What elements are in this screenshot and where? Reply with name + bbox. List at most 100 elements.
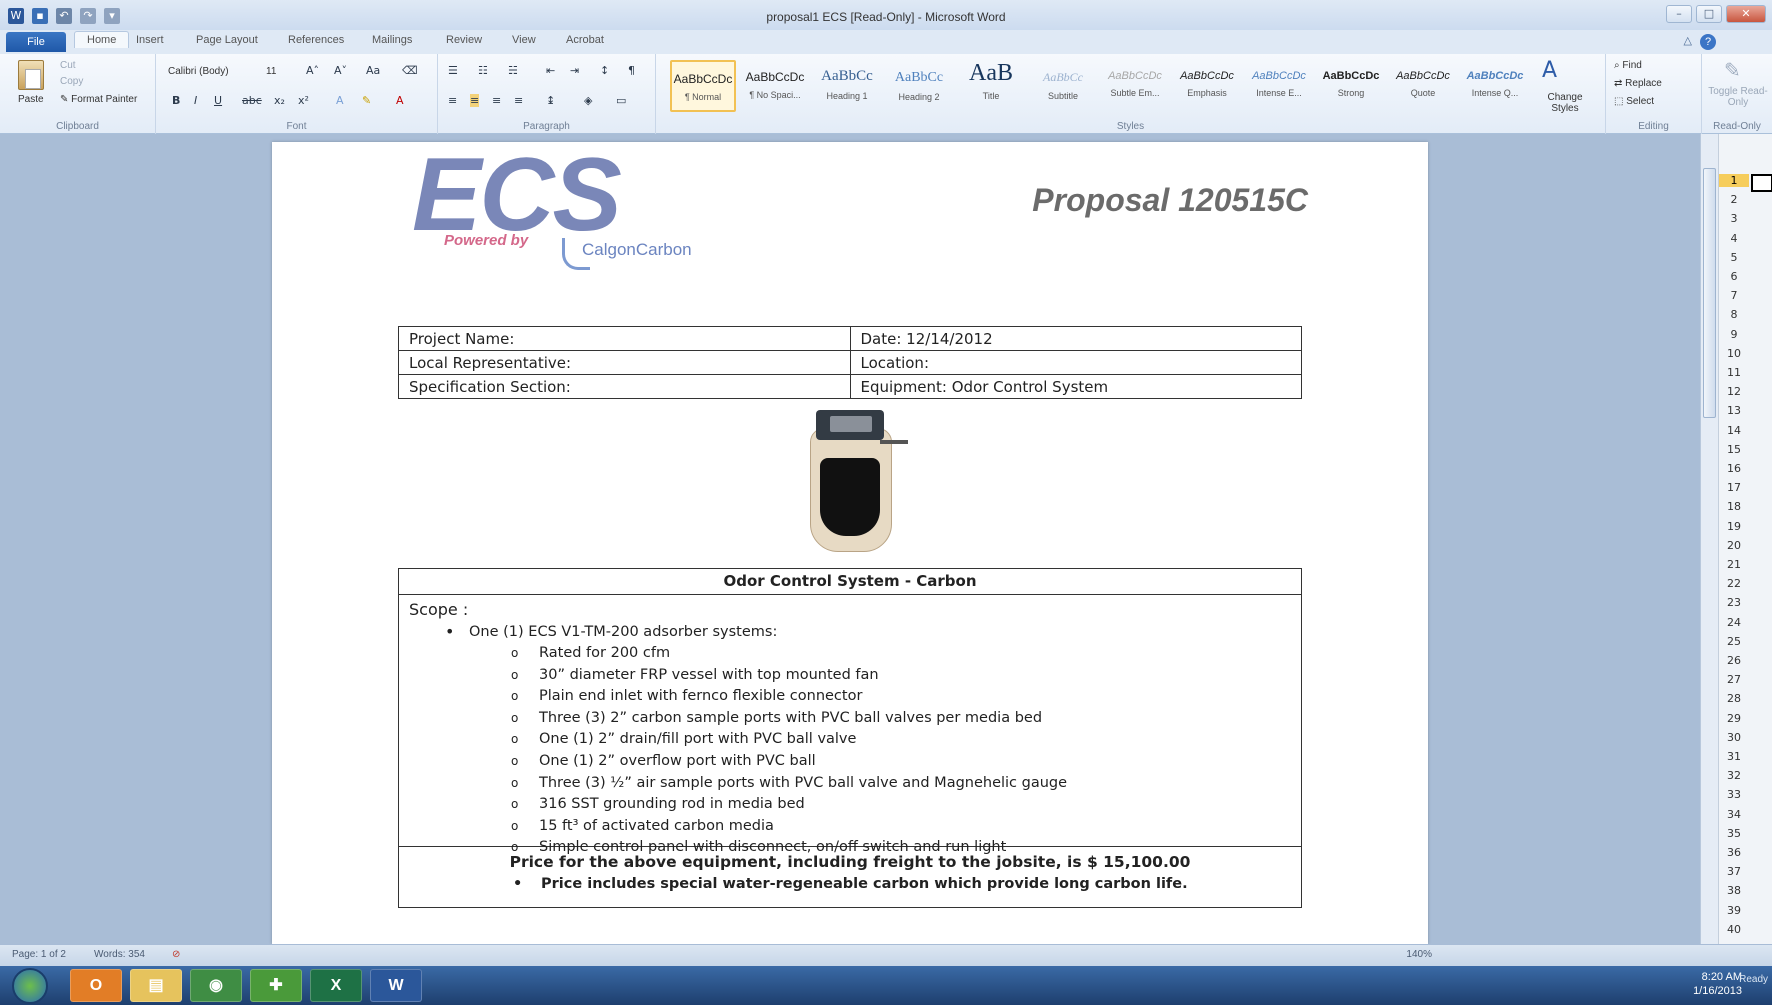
tab-home[interactable]: Home [74,31,130,48]
date-cell[interactable]: Date: 12/14/2012 [849,326,1302,351]
row-number[interactable]: 38 [1719,884,1749,897]
system-clock[interactable]: 8:20 AM 1/16/2013 [1693,970,1742,998]
row-number[interactable]: 9 [1719,328,1749,341]
italic-icon[interactable]: I [194,94,197,107]
numbering-icon[interactable]: ☷ [478,64,488,77]
row-number[interactable]: 12 [1719,385,1749,398]
cut-button[interactable]: Cut [60,60,76,71]
justify-icon[interactable]: ≡ [514,94,523,107]
find-button[interactable]: ⌕ Find [1614,60,1642,71]
style-intense-emphasis[interactable]: AaBbCcDc Intense E... [1246,60,1312,112]
word-taskbar-icon[interactable]: W [370,969,422,1002]
underline-icon[interactable]: U [214,94,222,107]
row-number[interactable]: 1 [1719,174,1749,187]
style-subtitle[interactable]: AaBbCc Subtitle [1030,60,1096,112]
style-intense-quote[interactable]: AaBbCcDc Intense Q... [1462,60,1528,112]
tab-page-layout[interactable]: Page Layout [196,34,258,46]
row-number[interactable]: 37 [1719,865,1749,878]
excel-taskbar-icon[interactable]: X [310,969,362,1002]
row-number[interactable]: 21 [1719,558,1749,571]
explorer-taskbar-icon[interactable]: ▤ [130,969,182,1002]
style-no-spacing[interactable]: AaBbCcDc ¶ No Spaci... [742,60,808,112]
tab-references[interactable]: References [288,34,344,46]
chrome-taskbar-icon[interactable]: ◉ [190,969,242,1002]
row-number[interactable]: 13 [1719,404,1749,417]
row-number[interactable]: 36 [1719,846,1749,859]
vertical-scrollbar[interactable] [1700,134,1718,944]
align-left-icon[interactable]: ≡ [448,94,457,107]
row-number[interactable]: 31 [1719,750,1749,763]
toggle-read-only-button[interactable]: Toggle Read-Only [1708,86,1768,108]
text-effects-icon[interactable]: A [336,94,344,107]
row-number[interactable]: 2 [1719,193,1749,206]
row-number[interactable]: 32 [1719,769,1749,782]
align-right-icon[interactable]: ≡ [492,94,501,107]
style-heading-1[interactable]: AaBbCc Heading 1 [814,60,880,112]
style-subtle-emphasis[interactable]: AaBbCcDc Subtle Em... [1102,60,1168,112]
toggle-read-only-icon[interactable]: ✎ [1724,58,1741,82]
row-number[interactable]: 35 [1719,827,1749,840]
replace-button[interactable]: ⇄ Replace [1614,78,1662,89]
row-number[interactable]: 16 [1719,462,1749,475]
row-number[interactable]: 4 [1719,232,1749,245]
row-number[interactable]: 24 [1719,616,1749,629]
spec-heading[interactable]: Odor Control System - Carbon [399,569,1301,595]
style-title[interactable]: AaB Title [958,60,1024,112]
align-center-icon[interactable]: ≡ [470,94,480,107]
row-number[interactable]: 33 [1719,788,1749,801]
row-number[interactable]: 28 [1719,692,1749,705]
tab-view[interactable]: View [512,34,536,46]
row-number[interactable]: 8 [1719,308,1749,321]
tab-insert[interactable]: Insert [136,34,164,46]
minimize-ribbon-icon[interactable]: △ [1684,34,1692,47]
strikethrough-icon[interactable]: abc [242,94,262,107]
row-number[interactable]: 3 [1719,212,1749,225]
font-name-select[interactable]: Calibri (Body) [168,66,229,77]
increase-indent-icon[interactable]: ⇥ [570,64,579,77]
row-number[interactable]: 5 [1719,251,1749,264]
superscript-icon[interactable]: x² [298,94,309,107]
row-number[interactable]: 17 [1719,481,1749,494]
help-icon[interactable]: ? [1700,34,1716,50]
minimize-button[interactable]: – [1666,5,1692,23]
word-count[interactable]: Words: 354 [94,949,145,960]
row-number[interactable]: 29 [1719,712,1749,725]
scrollbar-thumb[interactable] [1703,168,1716,418]
row-number[interactable]: 11 [1719,366,1749,379]
page-indicator[interactable]: Page: 1 of 2 [12,949,66,960]
format-painter-button[interactable]: ✎ Format Painter [60,94,137,105]
style-heading-2[interactable]: AaBbCc Heading 2 [886,60,952,112]
change-styles-button[interactable]: Change Styles [1536,92,1594,114]
decrease-indent-icon[interactable]: ⇤ [546,64,555,77]
local-representative-cell[interactable]: Local Representative: [398,350,851,375]
style-normal[interactable]: AaBbCcDc ¶ Normal [670,60,736,112]
app-taskbar-icon[interactable]: ✚ [250,969,302,1002]
row-number[interactable]: 10 [1719,347,1749,360]
tab-acrobat[interactable]: Acrobat [566,34,604,46]
row-number[interactable]: 18 [1719,500,1749,513]
shrink-font-icon[interactable]: A˅ [334,64,347,77]
row-number[interactable]: 26 [1719,654,1749,667]
proofing-icon[interactable]: ⊘ [172,949,180,960]
grow-font-icon[interactable]: A˄ [306,64,319,77]
specification-section-cell[interactable]: Specification Section: [398,374,851,399]
selected-cell[interactable] [1751,174,1772,192]
row-number[interactable]: 40 [1719,923,1749,936]
location-cell[interactable]: Location: [849,350,1302,375]
select-button[interactable]: ⬚ Select [1614,96,1654,107]
tab-review[interactable]: Review [446,34,482,46]
document-page[interactable]: ECS Powered by CalgonCarbon Proposal 120… [272,137,1428,944]
spec-body[interactable]: Scope : One (1) ECS V1-TM-200 adsorber s… [399,595,1301,859]
row-number[interactable]: 34 [1719,808,1749,821]
project-name-cell[interactable]: Project Name: [398,326,851,351]
paste-button[interactable]: Paste [18,94,44,105]
zoom-level[interactable]: 140% [1406,949,1432,960]
bold-icon[interactable]: B [172,94,180,107]
highlight-icon[interactable]: ✎ [362,94,371,107]
copy-button[interactable]: Copy [60,76,83,87]
row-number[interactable]: 14 [1719,424,1749,437]
close-button[interactable]: ✕ [1726,5,1766,23]
row-number[interactable]: 27 [1719,673,1749,686]
line-spacing-icon[interactable]: ↨ [546,94,555,107]
row-number[interactable]: 7 [1719,289,1749,302]
